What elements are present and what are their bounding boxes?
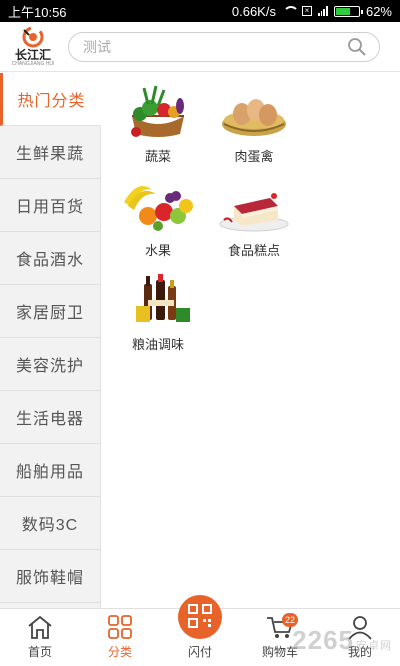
sidebar-item-daily[interactable]: 日用百货 bbox=[0, 179, 100, 232]
battery-icon bbox=[333, 5, 363, 17]
sidebar-item-hot[interactable]: 热门分类 bbox=[0, 73, 101, 126]
category-pastries[interactable]: 食品糕点 bbox=[206, 175, 302, 261]
nav-flash-pay-label: 闪付 bbox=[187, 645, 212, 659]
search-input[interactable] bbox=[83, 38, 347, 55]
logo-name: 长江汇 bbox=[14, 48, 51, 62]
sidebar-item-beauty[interactable]: 美容洗护 bbox=[0, 338, 100, 391]
nav-home[interactable]: 首页 bbox=[0, 609, 80, 666]
nav-cart-label: 购物车 bbox=[261, 645, 298, 659]
sidebar-item-fresh[interactable]: 生鲜果蔬 bbox=[0, 126, 100, 179]
bottom-nav: 首页 分类 闪付 22 购物车 我的 2265 安卓网 bbox=[0, 595, 400, 666]
vegetables-image bbox=[116, 81, 200, 141]
category-label: 粮油调味 bbox=[131, 337, 184, 352]
fruits-image bbox=[116, 175, 200, 235]
condiments-image bbox=[116, 269, 200, 329]
category-label: 蔬菜 bbox=[144, 149, 171, 164]
user-icon bbox=[348, 616, 372, 640]
category-icon bbox=[108, 615, 132, 639]
qr-pay-button[interactable] bbox=[178, 595, 222, 639]
category-label: 肉蛋禽 bbox=[234, 149, 274, 164]
nav-flash-pay[interactable]: 闪付 bbox=[160, 595, 240, 666]
sidebar-item-food-drinks[interactable]: 食品酒水 bbox=[0, 232, 100, 285]
sim-icon: × bbox=[301, 6, 312, 16]
category-label: 食品糕点 bbox=[227, 243, 280, 258]
status-bar: 上午10:56 0.66K/s × 62% bbox=[0, 0, 400, 22]
logo-mark-icon bbox=[22, 26, 44, 48]
nav-category[interactable]: 分类 bbox=[80, 609, 160, 666]
cake-image bbox=[212, 175, 296, 235]
qr-pay-icon bbox=[188, 603, 212, 628]
category-fruits[interactable]: 水果 bbox=[110, 175, 206, 261]
battery-percent: 62% bbox=[365, 3, 392, 19]
network-speed: 0.66K/s bbox=[231, 3, 276, 19]
nav-category-label: 分类 bbox=[107, 645, 132, 659]
search-icon[interactable] bbox=[347, 37, 367, 57]
nav-profile-label: 我的 bbox=[347, 645, 372, 659]
sidebar-item-home-kitchen[interactable]: 家居厨卫 bbox=[0, 285, 100, 338]
category-meat-eggs[interactable]: 肉蛋禽 bbox=[206, 81, 302, 167]
category-content: 蔬菜 肉蛋禽 水果 食品糕点 粮油调味 bbox=[102, 73, 400, 608]
search-bar[interactable] bbox=[68, 31, 380, 62]
nav-profile[interactable]: 我的 bbox=[320, 609, 400, 666]
category-label: 水果 bbox=[144, 243, 171, 258]
nav-cart[interactable]: 22 购物车 bbox=[240, 609, 320, 666]
sidebar-item-appliances[interactable]: 生活电器 bbox=[0, 391, 100, 444]
sidebar-item-digital[interactable]: 数码3C bbox=[0, 497, 100, 550]
status-time: 上午10:56 bbox=[8, 4, 67, 20]
logo-subtitle: CHANGJIANG HUI bbox=[11, 61, 55, 67]
eggs-image bbox=[212, 81, 296, 141]
header: 长江汇 CHANGJIANG HUI bbox=[0, 22, 400, 72]
category-sidebar: 热门分类 生鲜果蔬 日用百货 食品酒水 家居厨卫 美容洗护 生活电器 船舶用品 … bbox=[0, 73, 101, 608]
category-grain-oil[interactable]: 粮油调味 bbox=[110, 269, 206, 355]
nav-home-label: 首页 bbox=[27, 645, 52, 659]
category-grid: 蔬菜 肉蛋禽 水果 食品糕点 粮油调味 bbox=[110, 81, 394, 363]
signal-icon bbox=[317, 6, 328, 16]
sidebar-item-marine[interactable]: 船舶用品 bbox=[0, 444, 100, 497]
category-vegetables[interactable]: 蔬菜 bbox=[110, 81, 206, 167]
sidebar-item-apparel[interactable]: 服饰鞋帽 bbox=[0, 550, 100, 603]
app-logo: 长江汇 CHANGJIANG HUI bbox=[0, 22, 66, 72]
cart-badge: 22 bbox=[282, 613, 299, 627]
wifi-icon bbox=[282, 6, 299, 16]
home-icon bbox=[28, 615, 52, 639]
